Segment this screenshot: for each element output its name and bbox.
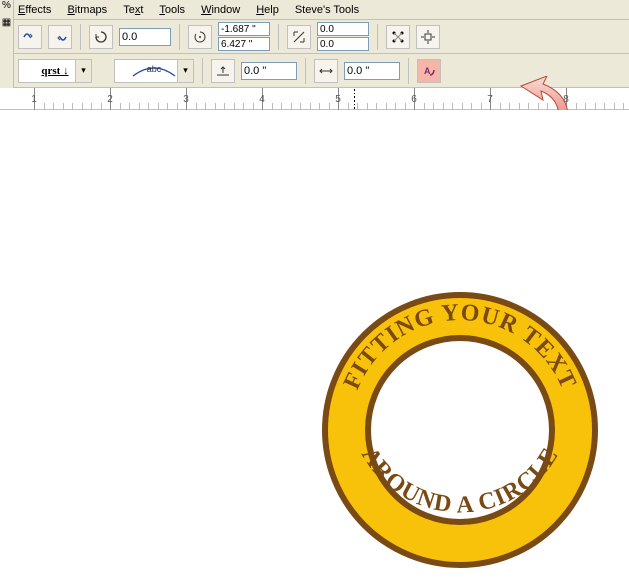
chevron-down-icon: ▾ (75, 60, 91, 82)
distance-from-path-input[interactable] (241, 62, 297, 80)
svg-text:A: A (424, 66, 431, 76)
size-x-input[interactable] (317, 22, 369, 36)
mirror-horizontal-button[interactable] (18, 25, 42, 49)
menu-bitmaps[interactable]: Bitmaps (67, 4, 107, 16)
text-on-circle-artwork[interactable]: FITTING YOUR TEXT AROUND A CIRCLE (310, 280, 610, 580)
text-orientation-select[interactable]: qrst ↓ ▾ (18, 59, 92, 83)
rotation-icon (89, 25, 113, 49)
ruler-tick: 5 (335, 94, 341, 105)
pos-y-input[interactable] (218, 37, 270, 51)
ruler-tick: 3 (183, 94, 189, 105)
menu-text[interactable]: Text (123, 4, 143, 16)
ruler-tick: 4 (259, 94, 265, 105)
chevron-down-icon: ▾ (177, 60, 193, 82)
pos-x-input[interactable] (218, 22, 270, 36)
text-placement-select[interactable]: abc ▾ (114, 59, 194, 83)
snap-target-icon[interactable] (416, 25, 440, 49)
percent-icon[interactable]: % (0, 0, 13, 11)
rotation-input[interactable] (119, 28, 171, 46)
menu-window[interactable]: Window (201, 4, 240, 16)
menu-effects[interactable]: Effects (18, 4, 51, 16)
ruler-tick: 7 (487, 94, 493, 105)
size-y-input[interactable] (317, 37, 369, 51)
position-icon (188, 25, 212, 49)
horizontal-ruler: 1 2 3 4 5 6 7 8 (0, 88, 629, 110)
ruler-tick: 6 (411, 94, 417, 105)
canvas-area[interactable]: FITTING YOUR TEXT AROUND A CIRCLE (0, 110, 629, 528)
property-bar-2: qrst ↓ ▾ abc ▾ A (0, 54, 629, 88)
nodes-icon[interactable] (386, 25, 410, 49)
horizontal-offset-icon (314, 59, 338, 83)
property-bar-1 (0, 20, 629, 54)
ruler-tick: 1 (31, 94, 37, 105)
fit-text-to-path-button[interactable]: A (417, 59, 441, 83)
horizontal-offset-input[interactable] (344, 62, 400, 80)
menu-tools[interactable]: Tools (159, 4, 185, 16)
ruler-tick: 8 (563, 94, 569, 105)
size-icon (287, 25, 311, 49)
distance-from-path-icon (211, 59, 235, 83)
mirror-vertical-button[interactable] (48, 25, 72, 49)
ruler-tick: 2 (107, 94, 113, 105)
snap-icon[interactable]: ▦ (0, 17, 13, 28)
menu-help[interactable]: Help (256, 4, 279, 16)
menubar: Effects Bitmaps Text Tools Window Help S… (0, 0, 629, 20)
svg-text:abc: abc (147, 64, 162, 74)
menu-steves-tools[interactable]: Steve's Tools (295, 4, 359, 16)
